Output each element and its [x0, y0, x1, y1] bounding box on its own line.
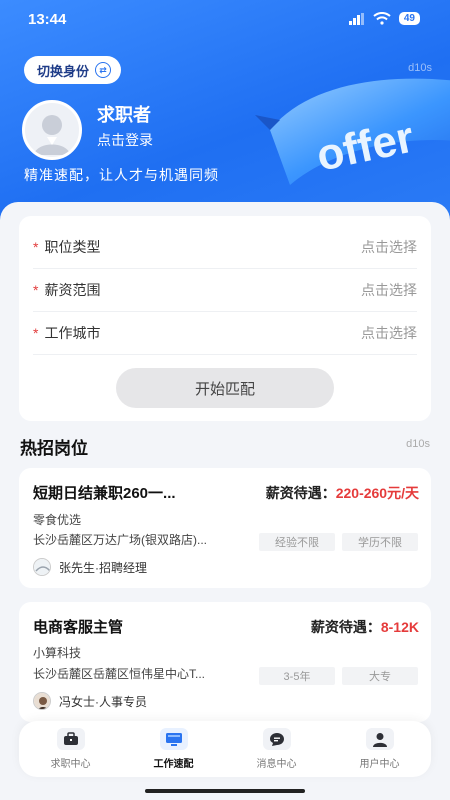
salary-range-value: 点击选择: [361, 282, 417, 298]
company-name: 零食优选: [33, 513, 82, 527]
job-address: 长沙岳麓区岳麓区恒伟星中心T...: [33, 667, 206, 681]
bottom-tab-bar: 求职中心 工作速配 消息中心 用户中心: [19, 721, 431, 777]
company-name: 小算科技: [33, 646, 82, 660]
salary-label: 薪资待遇：: [265, 485, 336, 501]
user-name: 求职者: [97, 105, 151, 125]
salary-label: 薪资待遇：: [310, 619, 381, 635]
salary-value: 8-12K: [380, 619, 419, 635]
tab-label: 消息中心: [256, 759, 297, 770]
salary-info: 薪资待遇：8-12K: [311, 617, 419, 637]
tab-user-center[interactable]: 用户中心: [328, 721, 431, 777]
recruiter-avatar-icon: [34, 559, 50, 575]
tab-label: 用户中心: [359, 759, 400, 770]
hot-jobs-title: 热招岗位: [20, 439, 88, 458]
switch-identity-button[interactable]: 切换身份 ⇄: [24, 56, 122, 84]
job-title: 短期日结兼职260一...: [33, 485, 176, 502]
tab-label: 求职中心: [50, 759, 91, 770]
swap-icon: ⇄: [95, 62, 112, 78]
monitor-icon: [159, 728, 188, 750]
work-city-value: 点击选择: [361, 325, 417, 341]
start-match-button[interactable]: 开始匹配: [116, 368, 334, 408]
job-tag: 3-5年: [259, 667, 335, 685]
battery-icon: 49: [398, 12, 420, 25]
tab-messages[interactable]: 消息中心: [225, 721, 328, 777]
tab-job-center[interactable]: 求职中心: [19, 721, 122, 777]
recruiter-name: 张先生·招聘经理: [59, 560, 147, 575]
work-city-row[interactable]: * 工作城市 点击选择: [33, 312, 417, 355]
home-indicator: [145, 789, 305, 793]
recruiter-info: 冯女士·人事专员: [33, 692, 147, 710]
job-card[interactable]: 短期日结兼职260一... 薪资待遇：220-260元/天 零食优选 长沙岳麓区…: [19, 468, 431, 588]
recruiter-info: 张先生·招聘经理: [33, 558, 147, 576]
avatar[interactable]: [22, 100, 82, 160]
job-card[interactable]: 电商客服主管 薪资待遇：8-12K 小算科技 长沙岳麓区岳麓区恒伟星中心T...…: [19, 602, 431, 722]
main-content: * 职位类型 点击选择 * 薪资范围 点击选择 * 工作城市 点击选择 开始匹配 热招…: [0, 202, 450, 800]
required-mark: *: [33, 325, 39, 341]
user-icon: [365, 728, 394, 750]
salary-range-label: 薪资范围: [44, 282, 101, 298]
briefcase-icon: [56, 728, 85, 750]
status-icons: 49: [348, 12, 420, 25]
job-address: 长沙岳麓区万达广场(银双路店)...: [33, 533, 207, 547]
switch-identity-label: 切换身份: [37, 63, 90, 79]
status-time: 13:44: [28, 11, 67, 28]
recruiter-avatar-icon: [34, 693, 50, 709]
job-type-label: 职位类型: [44, 239, 101, 255]
job-type-value: 点击选择: [361, 239, 417, 255]
wifi-icon: [373, 12, 391, 25]
recruiter-avatar: [33, 692, 51, 710]
job-type-row[interactable]: * 职位类型 点击选择: [33, 226, 417, 269]
tab-quick-match[interactable]: 工作速配: [122, 721, 225, 777]
chat-icon: [262, 728, 291, 750]
header-tag: d10s: [408, 62, 432, 74]
job-title: 电商客服主管: [33, 619, 124, 636]
login-link[interactable]: 点击登录: [97, 130, 153, 150]
recruiter-name: 冯女士·人事专员: [59, 694, 147, 709]
recruiter-avatar: [33, 558, 51, 576]
signal-icon: [348, 12, 364, 25]
offer-ribbon-graphic: offer: [255, 78, 450, 185]
default-avatar-icon: [34, 115, 70, 155]
hot-jobs-tag: d10s: [406, 438, 430, 450]
work-city-label: 工作城市: [44, 325, 101, 341]
required-mark: *: [33, 282, 39, 298]
tab-label: 工作速配: [153, 759, 194, 770]
job-tag: 大专: [342, 667, 418, 685]
salary-value: 220-260元/天: [335, 485, 419, 501]
salary-info: 薪资待遇：220-260元/天: [266, 483, 419, 503]
job-tag: 学历不限: [342, 533, 418, 551]
required-mark: *: [33, 239, 39, 255]
match-form-card: * 职位类型 点击选择 * 薪资范围 点击选择 * 工作城市 点击选择 开始匹配: [19, 216, 431, 421]
slogan: 精准速配，让人才与机遇同频: [24, 167, 219, 183]
job-tag: 经验不限: [259, 533, 335, 551]
salary-range-row[interactable]: * 薪资范围 点击选择: [33, 269, 417, 312]
status-bar: 13:44 49: [0, 0, 450, 40]
